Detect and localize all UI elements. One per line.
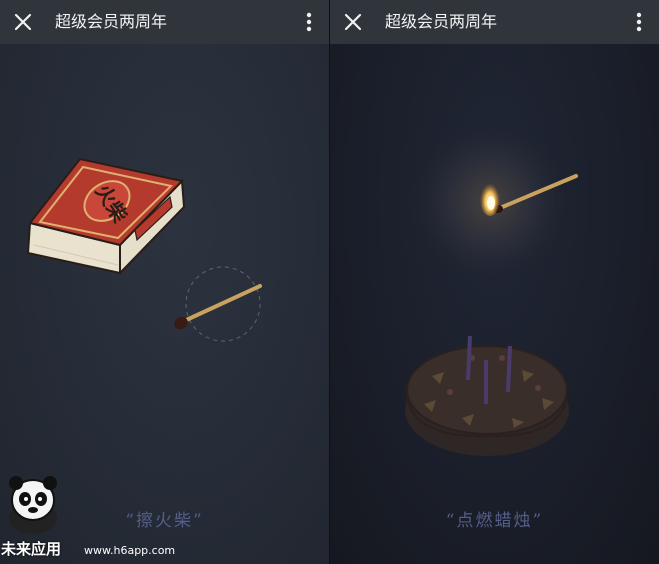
matchbox-illustration: 火柴: [26, 157, 186, 276]
strike-target[interactable]: [172, 262, 272, 352]
panda-logo: [9, 476, 57, 534]
top-bar: 超级会员两周年: [0, 0, 329, 44]
more-vertical-icon: [636, 12, 642, 32]
close-icon: [344, 13, 362, 31]
lit-match[interactable]: [410, 110, 590, 300]
right-screen: 超级会员两周年 “点燃蜡烛”: [330, 0, 659, 564]
left-screen: 超级会员两周年 火柴 “擦火柴” 未来应用 www.h6app.com: [0, 0, 329, 564]
top-bar: 超级会员两周年: [330, 0, 659, 44]
close-button[interactable]: [341, 10, 365, 34]
more-button[interactable]: [301, 10, 317, 34]
close-icon: [14, 13, 32, 31]
watermark-brand: 未来应用: [1, 540, 62, 558]
close-button[interactable]: [11, 10, 35, 34]
more-vertical-icon: [306, 12, 312, 32]
watermark-url: www.h6app.com: [84, 544, 176, 557]
cake-illustration: [405, 335, 569, 456]
page-title: 超级会员两周年: [55, 12, 168, 31]
more-button[interactable]: [631, 10, 647, 34]
caption: “点燃蜡烛”: [445, 511, 544, 531]
page-title: 超级会员两周年: [385, 12, 498, 31]
watermark: 未来应用 www.h6app.com: [0, 474, 200, 564]
